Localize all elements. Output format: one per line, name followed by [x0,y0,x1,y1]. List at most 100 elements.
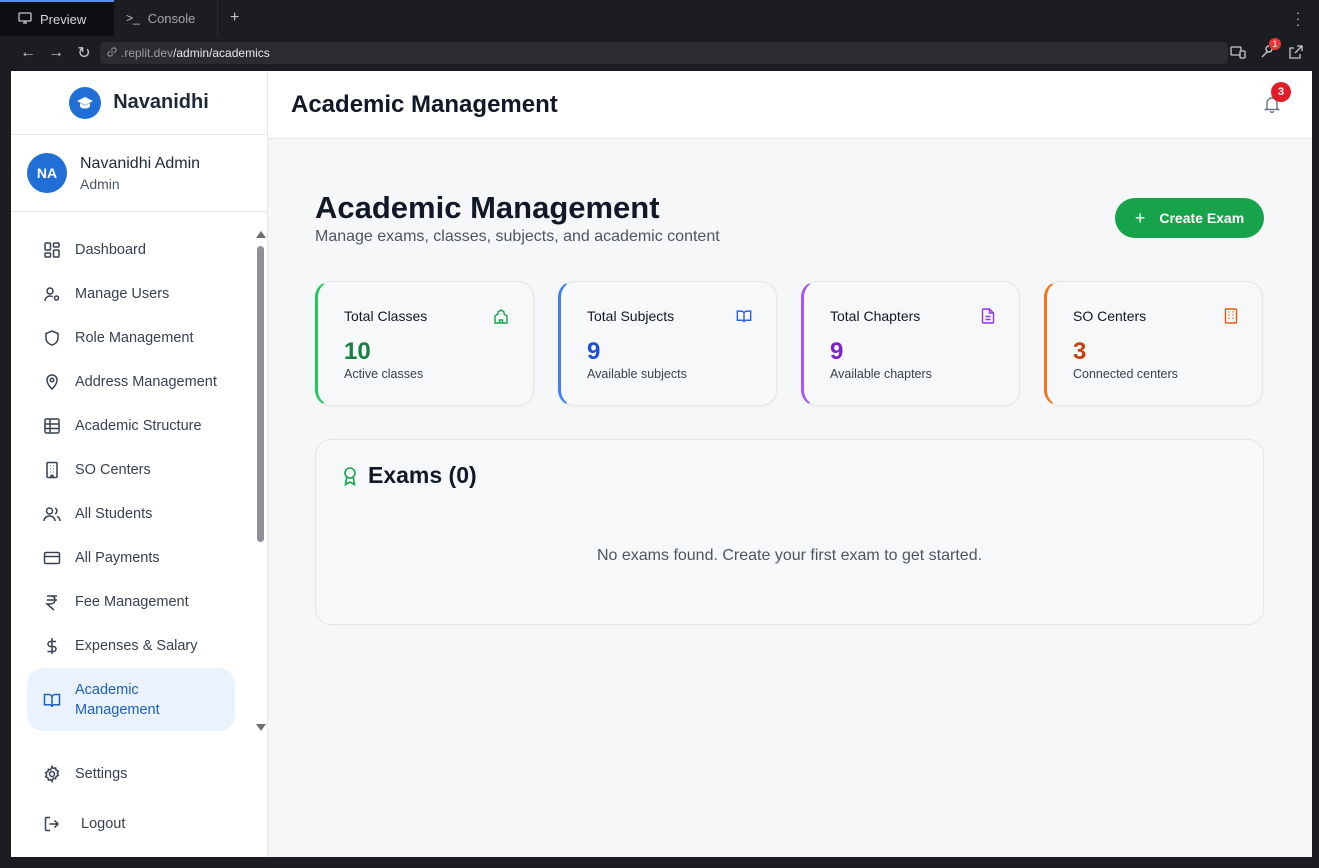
terminal-icon: >_ [126,11,140,25]
back-arrow-icon[interactable]: ← [14,44,42,62]
shield-icon [45,330,59,346]
brand[interactable]: Navanidhi [11,71,267,135]
sidebar-item-all-payments[interactable]: All Payments [11,536,256,580]
brand-name: Navanidhi [113,91,209,113]
stat-card-so-centers: SO Centers 3 Connected centers [1044,281,1263,406]
logout-icon [44,816,60,832]
sidebar-item-label: Academic Management [75,681,160,718]
sidebar-scrollbar[interactable] [256,231,266,731]
book-open-icon [736,308,752,329]
sidebar-item-all-students[interactable]: All Students [11,492,256,536]
sidebar-item-so-centers[interactable]: SO Centers [11,448,256,492]
award-icon [344,466,356,486]
sidebar-item-address-management[interactable]: Address Management [11,360,256,404]
user-name: Navanidhi Admin [80,154,201,172]
devices-icon[interactable] [1230,45,1246,62]
exams-empty-message: No exams found. Create your first exam t… [596,547,983,564]
exams-title: Exams (0) [368,462,477,488]
stat-caption: Connected centers [1073,367,1178,381]
sidebar-item-academic-structure[interactable]: Academic Structure [11,404,256,448]
sidebar-footer: Settings Logout [11,749,256,849]
sidebar-item-label: Role Management [75,330,194,346]
user-cog-icon [44,287,60,302]
sidebar-item-label: Academic Structure [75,418,202,434]
sidebar-item-label: SO Centers [75,462,151,478]
dollar-icon [47,638,57,654]
sidebar-item-label: All Students [75,506,153,522]
url-bar[interactable]: .replit.dev/admin/academics [100,42,1228,64]
sidebar-item-label: Manage Users [75,286,170,302]
header-title: Academic Management [291,91,558,118]
book-open-icon [43,693,61,707]
browser-tabbar: Preview >_ Console + · · · [0,0,1319,36]
external-link-icon[interactable] [1289,44,1303,62]
stat-label: SO Centers [1073,308,1147,324]
user-profile: NA Navanidhi Admin Admin [11,135,267,212]
notifications-button[interactable]: 3 [1263,82,1291,118]
sidebar-item-label: Address Management [75,374,217,390]
forward-arrow-icon[interactable]: → [42,44,70,62]
stat-caption: Available chapters [830,367,932,381]
sidebar-item-settings[interactable]: Settings [11,749,256,799]
sidebar-nav: Dashboard Manage Users Role Management A… [11,228,256,731]
credit-card-icon [43,551,61,565]
sidebar-item-role-management[interactable]: Role Management [11,316,256,360]
sidebar-item-label: Logout [81,816,126,832]
exams-header: Exams (0) [342,462,477,489]
page-subtitle: Manage exams, classes, subjects, and aca… [315,228,720,245]
create-exam-button[interactable]: + Create Exam [1115,198,1264,238]
sidebar-item-label: Dashboard [75,242,146,258]
stat-caption: Available subjects [587,367,687,381]
reload-icon[interactable]: ↻ [70,43,98,63]
stat-value: 3 [1073,338,1087,365]
graduation-cap-icon [69,86,102,119]
file-text-icon [981,308,995,329]
sidebar-item-label: Fee Management [75,594,189,610]
sidebar-item-academic-management[interactable]: Academic Management [27,668,235,731]
monitor-icon [18,11,32,27]
exams-card: Exams (0) No exams found. Create your fi… [315,439,1264,625]
create-exam-label: Create Exam [1159,210,1245,226]
new-tab-button[interactable]: + [218,9,251,27]
rupee-icon [44,595,57,611]
stat-value: 9 [830,338,844,365]
tab-preview-label: Preview [40,11,87,27]
sidebar-item-dashboard[interactable]: Dashboard [11,228,256,272]
scroll-thumb[interactable] [257,246,264,542]
sidebar-item-manage-users[interactable]: Manage Users [11,272,256,316]
scroll-up-arrow-icon[interactable] [256,231,266,238]
stat-card-total-subjects: Total Subjects 9 Available subjects [558,281,777,406]
url-host: .replit.dev [121,46,174,60]
sidebar-item-expenses-salary[interactable]: Expenses & Salary [11,624,256,668]
school-icon [493,308,509,329]
main-content: Academic Management Manage exams, classe… [268,140,1312,857]
link-icon [106,46,118,61]
dashboard-icon [44,242,60,258]
table-icon [44,418,60,434]
sidebar-item-fee-management[interactable]: Fee Management [11,580,256,624]
extension-badge: 1 [1269,38,1281,50]
sidebar: Navanidhi NA Navanidhi Admin Admin Dashb… [11,71,268,857]
tab-console-label: Console [147,10,196,26]
stat-value: 9 [587,338,601,365]
notification-badge: 3 [1271,82,1291,102]
extension-button[interactable]: 1 [1260,38,1281,62]
building-icon [1224,308,1238,329]
sidebar-item-label: Settings [75,766,128,782]
tab-preview[interactable]: Preview [0,0,114,36]
stat-value: 10 [344,338,371,365]
plus-icon: + [1134,207,1146,228]
more-vertical-icon[interactable]: · · · [1295,5,1301,31]
tab-console[interactable]: >_ Console [114,0,218,36]
page-header: Academic Management 3 [268,71,1312,139]
scroll-down-arrow-icon[interactable] [256,724,266,731]
users-icon [43,507,61,522]
sidebar-item-logout[interactable]: Logout [11,799,256,849]
stat-label: Total Subjects [587,308,675,324]
page-title: Academic Management [315,190,660,225]
gear-icon [44,765,60,783]
app-viewport: Navanidhi NA Navanidhi Admin Admin Dashb… [11,71,1312,857]
sidebar-item-label: Expenses & Salary [75,638,198,654]
stat-caption: Active classes [344,367,424,381]
map-pin-icon [46,374,58,391]
